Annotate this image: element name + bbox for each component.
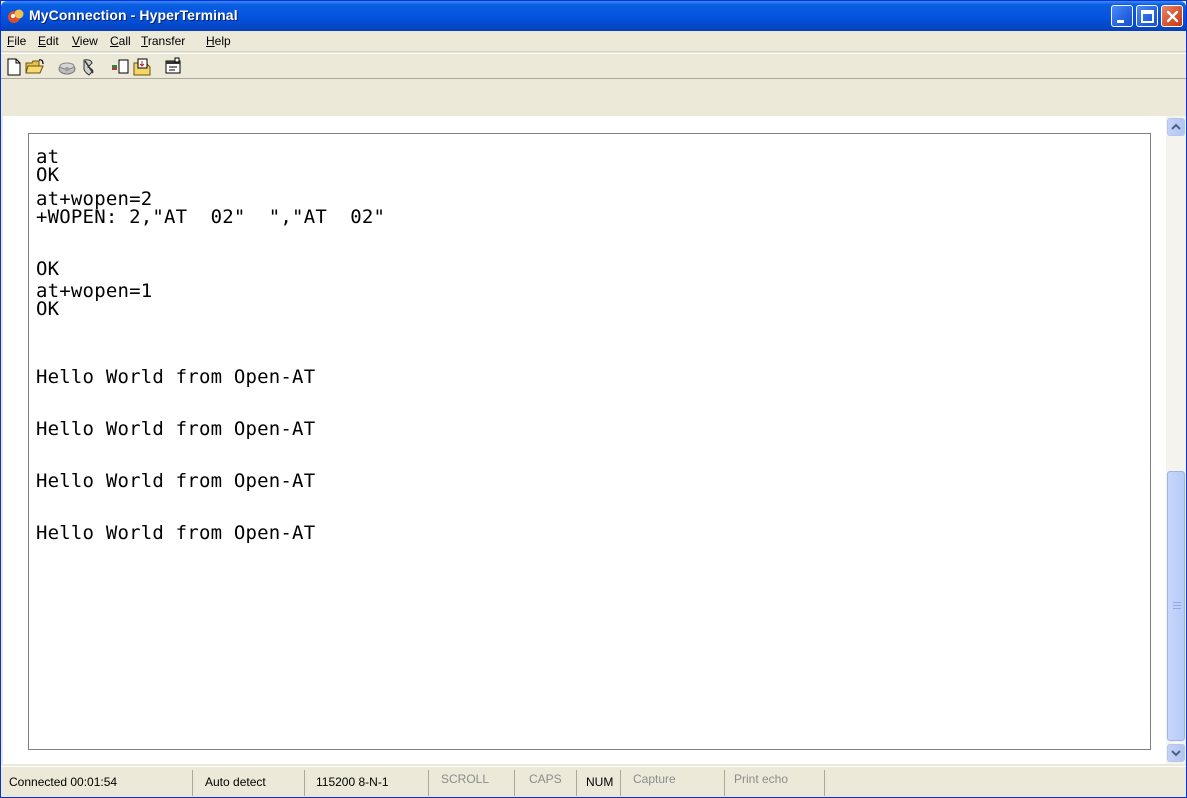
menu-file[interactable]: File <box>7 34 26 48</box>
minimize-icon <box>1117 20 1124 23</box>
terminal-line: OK <box>36 164 60 186</box>
menu-help-mnemonic: H <box>206 34 215 48</box>
grip-line <box>1173 602 1181 603</box>
scroll-thumb[interactable] <box>1167 471 1185 741</box>
maximize-icon <box>1141 10 1154 23</box>
menu-call-mnemonic: C <box>110 34 119 48</box>
menu-view-label: iew <box>79 34 98 48</box>
grip-line <box>1173 605 1181 606</box>
terminal-line: OK <box>36 258 60 280</box>
menu-help[interactable]: Help <box>206 34 231 48</box>
terminal-line: OK <box>36 298 60 320</box>
receive-icon[interactable] <box>132 57 152 77</box>
minimize-button[interactable] <box>1111 5 1133 27</box>
menu-help-label: elp <box>214 34 231 48</box>
scroll-down-button[interactable] <box>1167 744 1185 762</box>
status-detect: Auto detect <box>205 775 266 789</box>
menu-edit[interactable]: Edit <box>38 34 59 48</box>
status-bar: Connected 00:01:54 Auto detect 115200 8-… <box>1 766 1186 797</box>
status-caps: CAPS <box>529 772 562 786</box>
terminal-line: Hello World from Open-AT <box>36 366 316 388</box>
menu-transfer-mnemonic: T <box>141 34 148 48</box>
close-button[interactable] <box>1161 5 1183 27</box>
status-print-echo: Print echo <box>734 772 789 786</box>
properties-icon[interactable] <box>163 57 183 77</box>
send-icon[interactable] <box>110 57 130 77</box>
disconnect-icon[interactable] <box>79 57 99 77</box>
status-connected: Connected 00:01:54 <box>9 775 118 789</box>
menu-call-label: all <box>118 34 131 48</box>
chevron-up-icon <box>1171 123 1181 130</box>
chevron-down-icon <box>1171 750 1181 757</box>
menu-call[interactable]: Call <box>110 34 131 48</box>
open-icon[interactable] <box>25 57 45 77</box>
status-capture: Capture <box>633 772 676 786</box>
status-settings: 115200 8-N-1 <box>316 775 389 789</box>
scroll-up-button[interactable] <box>1167 118 1185 136</box>
menu-bar: File Edit View Call Transfer Help <box>1 31 1186 52</box>
hyperterminal-window: MyConnection - HyperTerminal File Edit V… <box>0 0 1187 798</box>
new-icon[interactable] <box>4 57 24 77</box>
close-icon <box>1166 10 1179 23</box>
menu-view-mnemonic: V <box>72 34 80 48</box>
status-scroll: SCROLL <box>441 772 490 786</box>
menu-edit-label: dit <box>46 34 59 48</box>
maximize-button[interactable] <box>1136 5 1158 27</box>
terminal-line: Hello World from Open-AT <box>36 418 316 440</box>
toolbar <box>1 53 1186 79</box>
menu-file-label: ile <box>14 34 27 48</box>
terminal-line: +WOPEN: 2,"AT 02" ","AT 02" <box>36 206 386 228</box>
connect-icon[interactable] <box>57 57 77 77</box>
status-num: NUM <box>586 775 614 789</box>
grip-line <box>1173 608 1181 609</box>
title-bar[interactable]: MyConnection - HyperTerminal <box>1 1 1186 31</box>
menu-edit-mnemonic: E <box>38 34 47 48</box>
terminal-output[interactable]: at OK at+wopen=2 +WOPEN: 2,"AT 02" ","AT… <box>28 133 1151 750</box>
terminal-line: Hello World from Open-AT <box>36 522 316 544</box>
app-icon[interactable] <box>7 7 25 25</box>
terminal-line: Hello World from Open-AT <box>36 470 316 492</box>
menu-view[interactable]: View <box>72 34 98 48</box>
vertical-scrollbar[interactable] <box>1166 116 1186 764</box>
menu-transfer[interactable]: Transfer <box>141 34 185 48</box>
menu-transfer-label: ransfer <box>147 34 186 48</box>
window-title: MyConnection - HyperTerminal <box>29 7 238 23</box>
